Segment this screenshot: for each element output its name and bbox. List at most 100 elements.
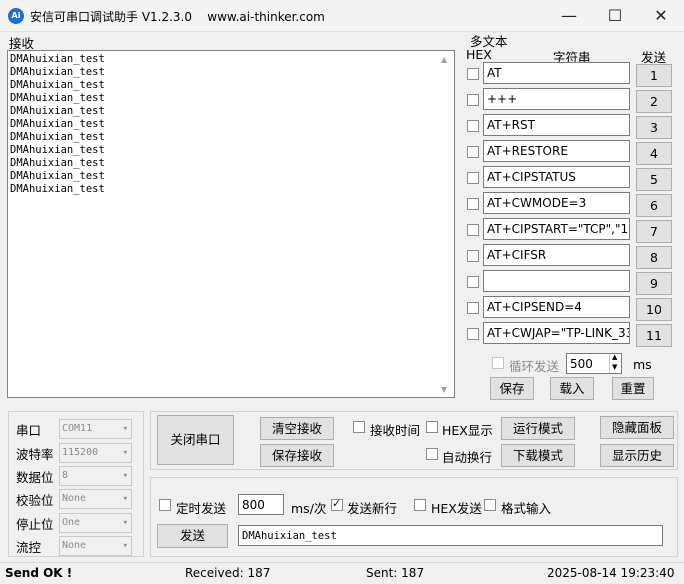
status-bar: Send OK ! Received: 187 Sent: 187 2025-0…: [0, 562, 684, 584]
multitext-hex-checkbox[interactable]: [467, 302, 479, 314]
run-mode-button[interactable]: 运行模式: [501, 417, 575, 440]
baud-label: 波特率: [16, 447, 54, 462]
multitext-hex-checkbox[interactable]: [467, 198, 479, 210]
scroll-up-icon[interactable]: ▲: [441, 55, 447, 64]
multitext-string-input[interactable]: AT+CIFSR: [483, 244, 630, 266]
multitext-string-input[interactable]: AT+RESTORE: [483, 140, 630, 162]
multitext-reset-button[interactable]: 重置: [612, 377, 654, 400]
multitext-string-input[interactable]: AT: [483, 62, 630, 84]
multitext-hex-checkbox[interactable]: [467, 224, 479, 236]
multitext-send-button[interactable]: 9: [636, 272, 672, 295]
parity-select[interactable]: None ▾: [59, 489, 132, 509]
minimize-button[interactable]: —: [546, 0, 592, 32]
save-receive-button[interactable]: 保存接收: [260, 444, 334, 467]
send-button[interactable]: 发送: [157, 524, 228, 548]
multitext-hex-checkbox[interactable]: [467, 94, 479, 106]
loop-send-checkbox[interactable]: [492, 357, 504, 369]
multitext-string-input[interactable]: AT+CWJAP="TP-LINK_333: [483, 322, 630, 344]
timed-send-checkbox[interactable]: [159, 499, 171, 511]
multitext-hex-checkbox[interactable]: [467, 276, 479, 288]
multitext-string-value: +++: [487, 92, 518, 106]
multitext-string-value: AT+CWJAP="TP-LINK_333: [487, 326, 630, 340]
loop-interval-spinner[interactable]: ▲ ▼: [609, 353, 621, 373]
chevron-down-icon: ▾: [122, 541, 128, 551]
send-newline-label: 发送新行: [347, 501, 398, 516]
multitext-string-input[interactable]: +++: [483, 88, 630, 110]
hex-send-label: HEX发送: [431, 501, 482, 516]
multitext-send-button[interactable]: 6: [636, 194, 672, 217]
multitext-string-input[interactable]: AT+CIPSTART="TCP","192: [483, 218, 630, 240]
hide-panel-button[interactable]: 隐藏面板: [600, 416, 674, 439]
multitext-send-button[interactable]: 10: [636, 298, 672, 321]
multitext-save-button[interactable]: 保存: [490, 377, 534, 400]
show-history-button[interactable]: 显示历史: [600, 444, 674, 467]
flow-value: None: [62, 540, 87, 551]
format-input-label: 格式输入: [501, 501, 552, 516]
multitext-send-button[interactable]: 3: [636, 116, 672, 139]
send-text-input[interactable]: DMAhuixian_test: [238, 525, 663, 546]
status-state: Send OK !: [5, 566, 73, 580]
multitext-send-button[interactable]: 7: [636, 220, 672, 243]
multitext-send-button[interactable]: 2: [636, 90, 672, 113]
status-sent: Sent: 187: [366, 566, 425, 580]
send-interval-input[interactable]: 800: [238, 494, 284, 515]
send-newline-checkbox[interactable]: [331, 497, 343, 511]
multitext-hex-checkbox[interactable]: [467, 68, 479, 80]
multitext-hex-checkbox[interactable]: [467, 172, 479, 184]
spin-up-icon[interactable]: ▲: [612, 353, 617, 361]
scroll-down-icon[interactable]: ▼: [441, 385, 447, 394]
app-icon: Ai: [8, 8, 24, 24]
databits-select[interactable]: 8 ▾: [59, 466, 132, 486]
chevron-down-icon: ▾: [122, 518, 128, 528]
timed-send-label: 定时发送: [176, 501, 227, 516]
multitext-hex-checkbox[interactable]: [467, 328, 479, 340]
multitext-string-value: AT+CWMODE=3: [487, 196, 587, 210]
close-window-button[interactable]: ✕: [638, 0, 684, 32]
multitext-string-value: AT+RESTORE: [487, 144, 568, 158]
maximize-button[interactable]: ☐: [592, 0, 638, 32]
auto-newline-checkbox[interactable]: [426, 448, 438, 460]
close-port-button[interactable]: 关闭串口: [157, 415, 234, 465]
multitext-hex-checkbox[interactable]: [467, 120, 479, 132]
send-interval-unit: ms/次: [291, 501, 327, 516]
port-value: COM11: [62, 423, 93, 434]
window-title: 安信可串口调试助手 V1.2.3.0 www.ai-thinker.com: [30, 10, 325, 24]
port-select[interactable]: COM11 ▾: [59, 419, 132, 439]
loop-unit-label: ms: [633, 357, 652, 372]
databits-value: 8: [62, 470, 69, 481]
multitext-send-button[interactable]: 4: [636, 142, 672, 165]
multitext-string-input[interactable]: AT+CIPSEND=4: [483, 296, 630, 318]
flow-select[interactable]: None ▾: [59, 536, 132, 556]
multitext-hex-checkbox[interactable]: [467, 250, 479, 262]
spin-down-icon[interactable]: ▼: [612, 363, 617, 371]
hex-send-checkbox[interactable]: [414, 499, 426, 511]
multitext-send-button[interactable]: 1: [636, 64, 672, 87]
loop-send-label: 循环发送: [509, 359, 560, 374]
hex-display-checkbox[interactable]: [426, 421, 438, 433]
multitext-load-button[interactable]: 载入: [550, 377, 594, 400]
multitext-string-input[interactable]: AT+CWMODE=3: [483, 192, 630, 214]
download-mode-button[interactable]: 下载模式: [501, 444, 575, 467]
chevron-down-icon: ▾: [122, 448, 128, 458]
multitext-string-input[interactable]: AT+RST: [483, 114, 630, 136]
chevron-down-icon: ▾: [122, 424, 128, 434]
multitext-send-button[interactable]: 11: [636, 324, 672, 347]
port-label: 串口: [16, 423, 42, 438]
hex-display-label: HEX显示: [442, 423, 493, 438]
baud-select[interactable]: 115200 ▾: [59, 443, 132, 463]
recv-time-checkbox[interactable]: [353, 421, 365, 433]
format-input-checkbox[interactable]: [484, 499, 496, 511]
multitext-string-value: AT: [487, 66, 502, 80]
multitext-send-button[interactable]: 5: [636, 168, 672, 191]
multitext-send-button[interactable]: 8: [636, 246, 672, 269]
stopbits-select[interactable]: One ▾: [59, 513, 132, 533]
recv-time-label: 接收时间: [370, 423, 421, 438]
multitext-string-input[interactable]: AT+CIPSTATUS: [483, 166, 630, 188]
multitext-hex-checkbox[interactable]: [467, 146, 479, 158]
receive-textarea[interactable]: DMAhuixian_test DMAhuixian_test DMAhuixi…: [7, 50, 455, 398]
baud-value: 115200: [62, 447, 99, 458]
clear-receive-button[interactable]: 清空接收: [260, 417, 334, 440]
multitext-string-input[interactable]: [483, 270, 630, 292]
receive-scrollbar[interactable]: ▲ ▼: [437, 51, 454, 397]
databits-label: 数据位: [16, 470, 54, 485]
